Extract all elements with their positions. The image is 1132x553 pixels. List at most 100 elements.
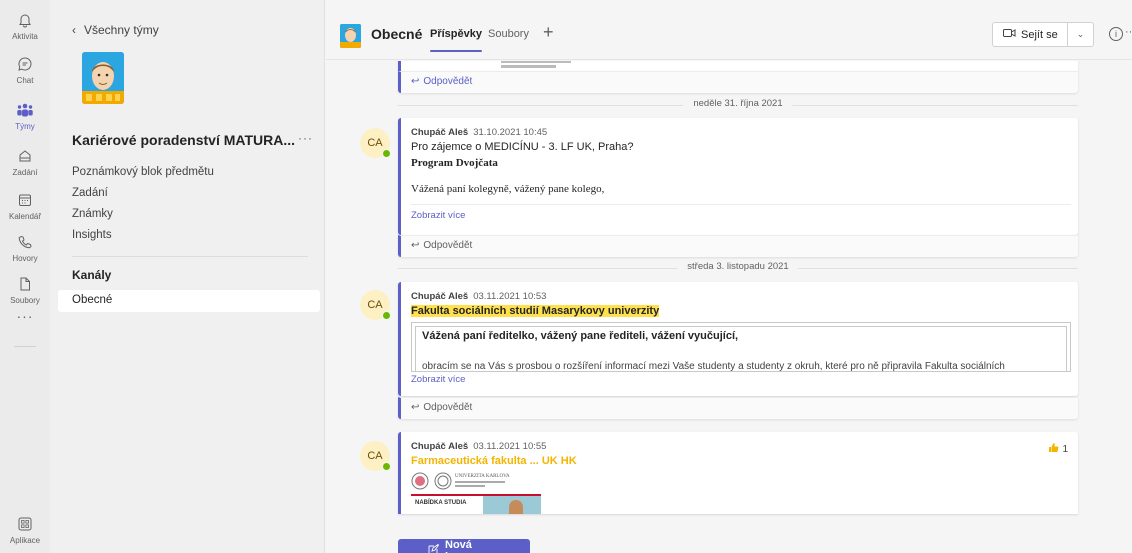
message-text: Program Dvojčata [411, 157, 498, 169]
channel-name: Obecné [371, 26, 423, 42]
back-label: Všechny týmy [84, 23, 159, 37]
message-card[interactable]: Chupáč Aleš 31.10.2021 10:45 Pro zájemce … [398, 118, 1078, 235]
reply-button[interactable]: ↩ Odpovědět [411, 402, 472, 413]
compose-icon [428, 543, 440, 553]
university-name: UNIVERZITA KARLOVA [455, 474, 510, 479]
chevron-down-icon[interactable]: ⌄ [1068, 29, 1093, 40]
date-divider: středa 3. listopadu 2021 [398, 261, 1078, 275]
rail-label: Hovory [12, 253, 38, 263]
avatar-initials: CA [367, 450, 383, 462]
channel-label: Obecné [72, 294, 113, 306]
reply-arrow-icon: ↩ [411, 76, 420, 87]
message-author: Chupáč Aleš [411, 127, 469, 138]
message-card[interactable]: Chupáč Aleš 03.11.2021 10:53 Fakulta soci… [398, 282, 1078, 396]
app-rail: Aktivita Chat Týmy Zadání Kalendář Hovor… [0, 0, 50, 553]
avatar[interactable]: CA [360, 290, 391, 320]
logo-text-line [455, 481, 505, 483]
meet-button-group: Sejít se ⌄ [992, 22, 1094, 47]
rail-label: Chat [16, 75, 34, 85]
reaction-like[interactable]: 1 [1048, 442, 1068, 456]
presence-available-icon [382, 311, 391, 320]
seal-icon [411, 472, 429, 490]
add-tab-button[interactable]: + [543, 22, 554, 43]
rail-item-calls[interactable]: Hovory [0, 224, 50, 270]
panel-divider [72, 256, 308, 257]
embedded-letter: Vážená paní ředitelko, vážený pane ředit… [411, 322, 1071, 372]
rail-divider [14, 346, 36, 347]
channel-avatar [340, 24, 361, 48]
chevron-left-icon: ‹ [72, 23, 76, 37]
reply-bar: ↩ Odpovědět [398, 71, 1078, 93]
show-more-link[interactable]: Zobrazit více [411, 210, 465, 221]
team-panel: ‹ Všechny týmy Kariérové poradenství MAT… [50, 0, 325, 553]
seal-icon [434, 472, 452, 490]
rail-label: Kalendář [8, 211, 42, 221]
info-icon[interactable]: i [1109, 27, 1123, 41]
message-time: 03.11.2021 10:55 [473, 441, 547, 452]
logo-text-line [455, 485, 485, 487]
nav-item-grades[interactable]: Známky [72, 208, 113, 220]
presence-available-icon [382, 149, 391, 158]
university-logos: UNIVERZITA KARLOVA [411, 472, 541, 492]
channel-item-general[interactable]: Obecné [58, 290, 320, 312]
reply-arrow-icon: ↩ [411, 240, 420, 251]
study-flyer-image[interactable]: NABÍDKA STUDIA [411, 494, 541, 514]
message-meta: Chupáč Aleš 31.10.2021 10:45 [411, 127, 547, 138]
teams-icon [15, 100, 35, 120]
nav-item-assignments[interactable]: Zadání [72, 187, 108, 199]
message-card[interactable]: Chupáč Aleš 03.11.2021 10:55 Farmaceutick… [398, 432, 1078, 514]
rail-more-button[interactable]: ··· [0, 308, 50, 324]
message-text: Vážená paní kolegyně, vážený pane kolego… [411, 183, 605, 195]
rail-label: Aplikace [9, 535, 41, 545]
file-icon [15, 274, 35, 294]
date-divider-text: středa 3. listopadu 2021 [677, 261, 799, 272]
rail-item-calendar[interactable]: Kalendář [0, 182, 50, 228]
message-card-previous[interactable] [398, 61, 1078, 71]
date-divider-text: neděle 31. října 2021 [683, 98, 793, 109]
tab-files[interactable]: Soubory [488, 28, 529, 40]
flyer-photo [483, 496, 541, 514]
avatar[interactable]: CA [360, 128, 391, 158]
team-more-options-button[interactable]: ··· [298, 131, 313, 145]
reaction-count: 1 [1062, 443, 1068, 455]
letter-text: obracím se na Vás s prosbou o rozšíření … [422, 361, 1005, 372]
avatar-initials: CA [367, 137, 383, 149]
message-title: Fakulta sociálních studií Masarykovy uni… [411, 305, 660, 317]
reply-button[interactable]: ↩ Odpovědět [411, 76, 472, 87]
reply-arrow-icon: ↩ [411, 402, 420, 413]
rail-label: Aktivita [12, 31, 38, 41]
rail-item-teams[interactable]: Týmy [0, 92, 50, 138]
active-tab-indicator [430, 50, 482, 52]
rail-item-activity[interactable]: Aktivita [0, 2, 50, 48]
rail-item-files[interactable]: Soubory [0, 266, 50, 312]
avatar[interactable]: CA [360, 441, 391, 471]
chat-icon [15, 54, 35, 74]
header-more-button[interactable]: ·· [1125, 26, 1132, 38]
tab-posts[interactable]: Příspěvky [430, 28, 482, 40]
bell-icon [15, 10, 35, 30]
nav-item-insights[interactable]: Insights [72, 229, 112, 241]
rail-label: Týmy [15, 121, 35, 131]
rail-item-chat[interactable]: Chat [0, 46, 50, 92]
reply-label: Odpovědět [423, 76, 473, 87]
nav-item-notebook[interactable]: Poznámkový blok předmětu [72, 166, 214, 178]
rail-label: Soubory [10, 295, 40, 305]
meet-label: Sejít se [1021, 28, 1058, 41]
reply-bar: ↩ Odpovědět [398, 235, 1078, 257]
date-divider: neděle 31. října 2021 [398, 98, 1078, 112]
message-time: 03.11.2021 10:53 [473, 291, 547, 302]
new-conversation-label: Nová konverzace [445, 539, 505, 553]
new-conversation-button[interactable]: Nová konverzace [398, 539, 530, 553]
letter-salutation: Vážená paní ředitelko, vážený pane ředit… [422, 330, 739, 342]
calendar-icon [15, 190, 35, 210]
back-to-all-teams-link[interactable]: ‹ Všechny týmy [72, 23, 159, 37]
meet-button[interactable]: Sejít se [993, 23, 1067, 46]
apps-icon [15, 514, 35, 534]
rail-item-apps[interactable]: Aplikace [0, 506, 50, 552]
reply-button[interactable]: ↩ Odpovědět [411, 240, 472, 251]
rail-item-assignments[interactable]: Zadání [0, 138, 50, 184]
assignments-icon [15, 146, 35, 166]
reply-label: Odpovědět [423, 240, 473, 251]
show-more-link[interactable]: Zobrazit více [411, 374, 465, 385]
message-text: Pro zájemce o MEDICÍNU - 3. LF UK, Praha… [411, 141, 634, 153]
